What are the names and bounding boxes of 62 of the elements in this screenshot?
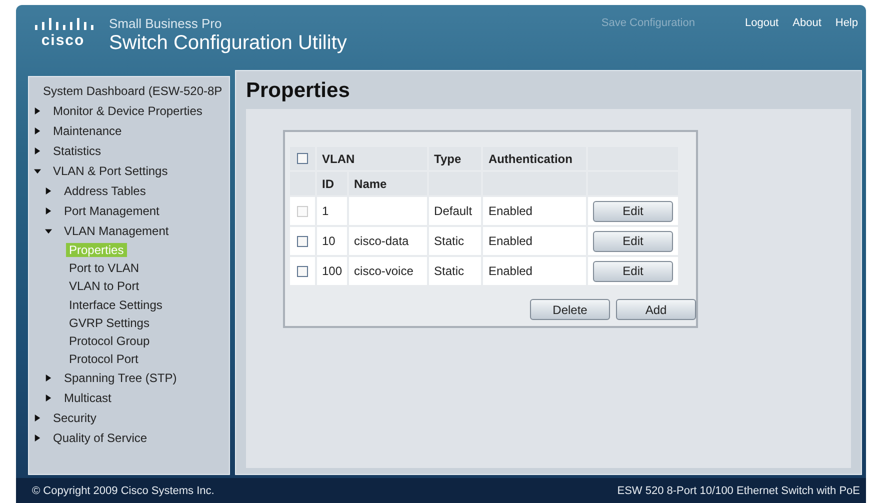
edit-button[interactable]: Edit xyxy=(593,260,673,282)
caret-right-icon[interactable] xyxy=(45,187,52,195)
column-header: Authentication xyxy=(483,147,586,170)
header-link[interactable]: About xyxy=(792,17,822,29)
column-header: Name xyxy=(349,172,428,195)
sidebar-item[interactable]: GVRP Settings xyxy=(66,316,152,330)
checkbox[interactable] xyxy=(297,153,308,164)
edit-button[interactable]: Edit xyxy=(593,230,673,252)
table-cell: 100 xyxy=(317,257,348,285)
table-cell: Enabled xyxy=(483,227,586,255)
sidebar-item[interactable]: Protocol Port xyxy=(66,352,142,366)
caret-right-icon[interactable] xyxy=(34,434,41,442)
product-line: Small Business Pro xyxy=(109,16,223,31)
sidebar-item[interactable]: VLAN Management xyxy=(61,224,172,238)
logo-text: cisco xyxy=(41,32,85,49)
caret-right-icon[interactable] xyxy=(34,127,41,135)
sidebar-item[interactable]: Maintenance xyxy=(50,124,125,138)
sidebar-item[interactable]: Security xyxy=(50,411,100,426)
caret-right-icon[interactable] xyxy=(45,207,52,215)
caret-right-icon[interactable] xyxy=(34,107,41,115)
column-header: ID xyxy=(317,172,348,195)
sidebar-item[interactable]: Monitor & Device Properties xyxy=(50,104,206,118)
sidebar-item[interactable]: Address Tables xyxy=(61,184,149,198)
table-cell: 10 xyxy=(317,227,348,255)
sidebar-item[interactable]: Spanning Tree (STP) xyxy=(61,371,180,386)
sidebar-item[interactable]: Multicast xyxy=(61,391,114,406)
sidebar-item[interactable]: System Dashboard (ESW-520-8P xyxy=(40,84,226,98)
caret-down-icon[interactable] xyxy=(34,167,41,175)
caret-right-icon[interactable] xyxy=(34,147,41,155)
caret-right-icon[interactable] xyxy=(34,414,41,422)
sidebar-item[interactable]: Protocol Group xyxy=(66,334,153,348)
sidebar-item[interactable]: VLAN to Port xyxy=(66,279,142,294)
table-cell: Static xyxy=(429,257,482,285)
sidebar-item[interactable]: Port to VLAN xyxy=(66,261,142,276)
table-cell: cisco-data xyxy=(349,227,428,255)
sidebar-item[interactable]: Quality of Service xyxy=(50,431,150,446)
table-cell: 1 xyxy=(317,197,348,225)
action-button[interactable]: Delete xyxy=(530,299,610,320)
checkbox[interactable] xyxy=(297,236,308,246)
device-name: ESW 520 8-Port 10/100 Ethernet Switch with PoE xyxy=(617,484,860,496)
table-cell: Default xyxy=(429,197,482,225)
logo-bars-icon xyxy=(32,17,94,31)
sidebar-item[interactable]: Port Management xyxy=(61,204,162,218)
sidebar-item[interactable]: Statistics xyxy=(50,144,104,158)
page-title: Properties xyxy=(246,79,351,103)
app-title: Switch Configuration Utility xyxy=(109,32,347,55)
table-cell: Static xyxy=(429,227,482,255)
table-cell: cisco-voice xyxy=(349,257,428,285)
copyright-text: © Copyright 2009 Cisco Systems Inc. xyxy=(32,484,214,496)
caret-right-icon[interactable] xyxy=(45,374,52,382)
checkbox[interactable] xyxy=(297,266,308,276)
table-cell: Enabled xyxy=(483,197,586,225)
sidebar-item[interactable]: Interface Settings xyxy=(66,298,166,312)
sidebar-item[interactable]: VLAN & Port Settings xyxy=(50,164,171,178)
header-link[interactable]: Logout xyxy=(744,17,779,29)
action-button[interactable]: Add xyxy=(616,299,696,320)
caret-right-icon[interactable] xyxy=(45,394,52,402)
header-link[interactable]: Help xyxy=(835,17,858,29)
column-header: Type xyxy=(429,147,482,170)
table-cell: Enabled xyxy=(483,257,586,285)
column-header: VLAN xyxy=(317,147,428,170)
caret-down-icon[interactable] xyxy=(45,227,52,235)
